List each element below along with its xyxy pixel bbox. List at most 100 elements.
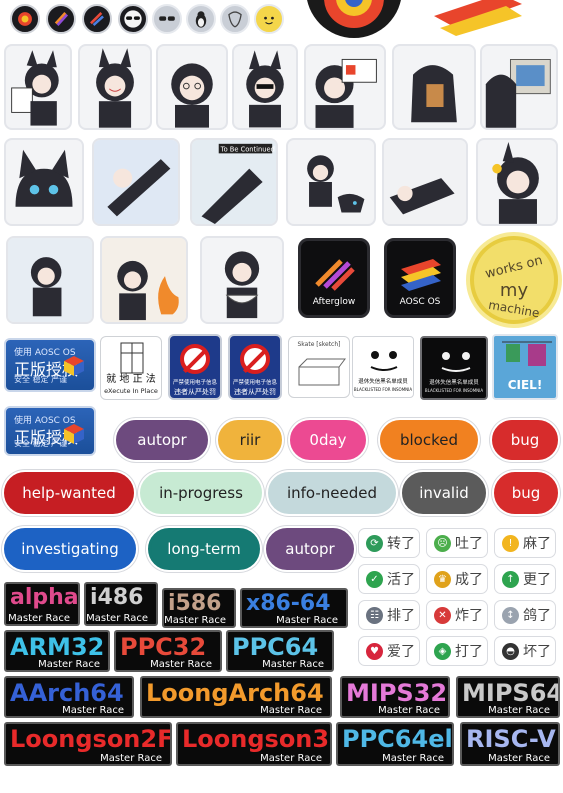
reaction-chip-cheng: ♛ 成了 <box>426 564 488 594</box>
chip-text: 成了 <box>455 572 483 588</box>
character-sticker-sign <box>4 44 72 130</box>
cat-sticker-crying <box>4 138 84 226</box>
afterglow-label: Afterglow <box>312 297 356 307</box>
character-sticker-sitting <box>6 236 94 324</box>
package-icon: ◈ <box>434 642 451 660</box>
reaction-chip-da: ◈ 打了 <box>426 636 488 666</box>
master-race-loongson2f: Loongson2F Master Race <box>4 722 172 766</box>
queue-icon: ☷ <box>366 606 383 624</box>
master-race-subtitle: Master Race <box>86 613 148 624</box>
blacklist-face-light: 退休失信黑名单成员 BLACKLISTED FOR INSOMNIA <box>352 336 414 398</box>
execute-hanzi: 就 地 正 法 <box>106 374 156 385</box>
pill-text: investigating <box>21 540 119 558</box>
genuine-license-sticker-2: 使用 AOSC OS 正版授权 安全 稳定 严谨 <box>4 406 96 456</box>
pill-text: invalid <box>419 484 469 502</box>
pill-text: bug <box>510 431 540 449</box>
master-race-x86-64: x86-64 Master Race <box>240 588 348 628</box>
check-icon: ✓ <box>366 570 383 588</box>
label-pill-0day: 0day <box>290 420 366 460</box>
label-pill-bug: bug <box>492 420 558 460</box>
reaction-chip-huo: ✓ 活了 <box>358 564 420 594</box>
chip-text: 爱了 <box>387 644 415 660</box>
chip-text: 排了 <box>387 608 415 624</box>
genuine-license-sticker: 使用 AOSC OS 正版授权 安全 稳定 严谨 <box>4 338 96 392</box>
execute-caption: eXecute In Place <box>104 387 158 395</box>
blacklist-line-1: 退休失信黑名单成员 <box>429 380 479 386</box>
trophy-icon: ♛ <box>434 570 451 588</box>
blacklist-line-2: BLACKLISTED FOR INSOMNIA <box>424 388 484 393</box>
arch-name: RISC-V <box>466 725 556 753</box>
chip-text: 鸽了 <box>523 608 551 624</box>
execute-in-place-sign: 就 地 正 法 eXecute In Place <box>100 336 162 400</box>
character-sticker-lying <box>382 138 468 226</box>
master-race-subtitle: Master Race <box>488 753 550 764</box>
label-pill-in-progress: in-progress <box>140 472 262 514</box>
pill-text: autopr <box>137 431 187 449</box>
label-pill-blocked: blocked <box>380 420 478 460</box>
license-sub: 安全 稳定 严谨 <box>14 375 68 384</box>
master-race-subtitle: Master Race <box>164 615 226 626</box>
master-race-subtitle: Master Race <box>100 753 162 764</box>
aosc-ribbon-logo <box>430 0 526 36</box>
aosc-os-label: AOSC OS <box>399 297 441 307</box>
master-race-mips32: MIPS32 Master Race <box>340 676 450 718</box>
pill-text: blocked <box>399 431 458 449</box>
master-race-subtitle: Master Race <box>378 705 440 716</box>
character-sticker-to-be-continued: To Be Continued <box>190 138 278 226</box>
arch-name: AArch64 <box>10 679 124 707</box>
arch-name: ARM32 <box>10 633 105 661</box>
sick-face-icon: ☹ <box>434 534 451 552</box>
arch-name: PPC64 <box>232 633 319 661</box>
label-pill-invalid: invalid <box>402 472 486 514</box>
works-on-my-machine-seal: works on my machine <box>470 236 558 324</box>
master-race-subtitle: Master Race <box>488 705 550 716</box>
pill-text: info-needed <box>286 484 378 502</box>
character-sticker-happy <box>78 44 152 130</box>
afterglow-round-icon <box>46 4 76 34</box>
pill-text: riir <box>239 431 261 449</box>
license-sub: 安全 稳定 严谨 <box>14 439 68 448</box>
master-race-subtitle: Master Race <box>62 705 124 716</box>
reaction-chip-zha: ✕ 炸了 <box>426 600 488 630</box>
master-race-i486: i486 Master Race <box>84 582 158 626</box>
prohibition-line-1: 严禁使用电子信息 <box>172 380 217 386</box>
master-race-subtitle: Master Race <box>276 615 338 626</box>
prohibition-icon <box>180 344 210 374</box>
label-pill-info-needed: info-needed <box>268 472 396 514</box>
aosc-large-logo <box>306 0 402 38</box>
repost-icon: ⟳ <box>366 534 383 552</box>
pill-text: autopr <box>285 540 335 558</box>
label-pill-long-term: long-term <box>148 528 260 570</box>
chip-text: 转了 <box>387 536 415 552</box>
character-sticker-running <box>286 138 376 226</box>
master-race-subtitle: Master Race <box>8 613 70 624</box>
character-sticker-falling <box>92 138 180 226</box>
character-sticker-computer <box>480 44 558 130</box>
character-sticker-sunglasses <box>232 44 298 130</box>
gnu-head-icon <box>220 4 250 34</box>
arch-name: Loongson3 <box>182 725 330 753</box>
label-pill-autopr-2: autopr <box>266 528 354 570</box>
label-pill-bug-2: bug <box>494 472 558 514</box>
error-icon: ✕ <box>434 606 451 624</box>
chip-text: 麻了 <box>523 536 551 552</box>
ciel-label: CIEL! <box>507 378 543 392</box>
label-pill-help-wanted: help-wanted <box>4 472 134 514</box>
pill-text: 0day <box>309 431 347 449</box>
aosc-alt-round-icon <box>82 4 112 34</box>
arrow-up-icon: ↑ <box>502 570 519 588</box>
arch-name: i586 <box>168 591 222 616</box>
character-sticker-card <box>304 44 386 130</box>
master-race-subtitle: Master Race <box>382 753 444 764</box>
master-race-subtitle: Master Race <box>150 659 212 670</box>
reaction-chip-ge: ↕ 鸽了 <box>494 600 556 630</box>
master-race-loongarch64: LoongArch64 Master Race <box>140 676 332 718</box>
afterglow-app-icon: Afterglow <box>298 238 370 318</box>
blacklist-face-dark: 退休失信黑名单成员 BLACKLISTED FOR INSOMNIA <box>420 336 488 400</box>
sunglasses-outline-icon <box>152 4 182 34</box>
arch-name: i486 <box>90 585 144 610</box>
character-sticker-hairpin <box>476 138 558 226</box>
label-pill-autopr: autopr <box>116 420 208 460</box>
chip-text: 更了 <box>523 572 551 588</box>
prohibition-sign-1: 严禁使用电子信息 违者从严处罚 <box>168 334 222 400</box>
